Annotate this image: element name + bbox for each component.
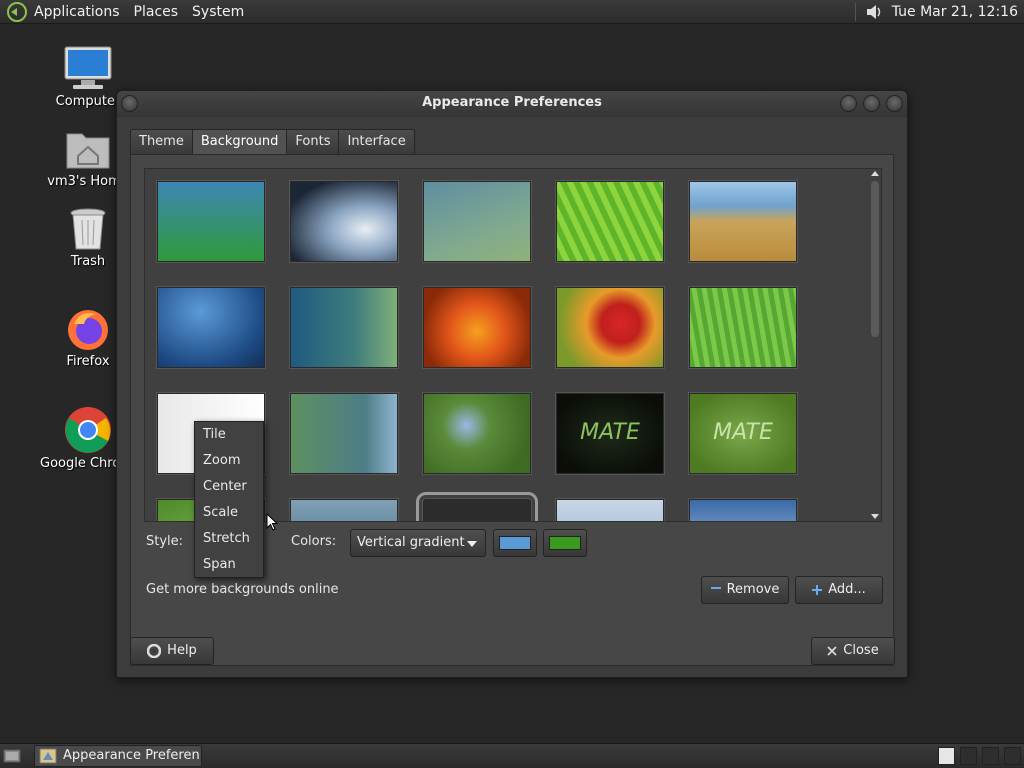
window-titlebar[interactable]: Appearance Preferences (117, 91, 907, 117)
tab-fonts[interactable]: Fonts (286, 129, 339, 155)
tab-theme[interactable]: Theme (130, 129, 192, 155)
appearance-preferences-window: Appearance Preferences Theme Background … (116, 90, 908, 678)
colors-label: Colors: (291, 534, 337, 549)
remove-button[interactable]: Remove (701, 576, 789, 604)
style-option-zoom[interactable]: Zoom (195, 448, 263, 474)
wallpaper-thumbnail[interactable] (689, 287, 797, 368)
preferences-tabs: Theme Background Fonts Interface (130, 129, 415, 155)
plus-icon (812, 584, 823, 595)
wallpaper-thumbnail[interactable] (423, 393, 531, 474)
wallpaper-thumbnail[interactable] (290, 181, 398, 262)
wallpaper-thumbnail[interactable] (556, 499, 664, 521)
chrome-icon (65, 407, 111, 453)
help-button[interactable]: Help (130, 637, 214, 665)
wallpaper-thumbnail[interactable] (423, 181, 531, 262)
workspace-4[interactable] (1004, 747, 1021, 765)
secondary-color-button[interactable] (543, 529, 587, 557)
scroll-down-arrow-icon[interactable] (871, 514, 879, 519)
wallpaper-thumbnail[interactable]: MATE (556, 393, 664, 474)
secondary-color-swatch (549, 536, 581, 550)
volume-icon[interactable] (864, 2, 884, 22)
home-folder-icon (66, 133, 110, 169)
scroll-up-arrow-icon[interactable] (871, 171, 879, 176)
desktop-icon-label: Computer (55, 94, 121, 109)
desktop-icon-label: Firefox (66, 354, 110, 369)
window-title: Appearance Preferences (422, 95, 602, 110)
scrollbar-thumb[interactable] (871, 181, 879, 337)
trash-icon (70, 208, 106, 250)
chevron-down-icon (467, 541, 477, 547)
desktop-icon-label: Trash (70, 254, 106, 269)
wallpaper-thumbnail[interactable] (290, 499, 398, 521)
system-menu[interactable]: System (192, 4, 244, 20)
help-lifebuoy-icon (147, 643, 162, 658)
style-option-tile[interactable]: Tile (195, 422, 263, 448)
wallpaper-thumbnail-selected[interactable] (416, 492, 538, 521)
panel-clock[interactable]: Tue Mar 21, 12:16 (892, 4, 1018, 20)
add-button[interactable]: Add... (795, 576, 883, 604)
taskbar-item-appearance[interactable]: Appearance Preferen... (34, 745, 202, 767)
mouse-cursor-icon (266, 513, 278, 531)
appearance-app-icon (39, 748, 57, 764)
panel-separator (854, 3, 856, 21)
wallpaper-thumbnail[interactable] (290, 287, 398, 368)
wallpaper-thumbnail[interactable] (157, 181, 265, 262)
bottom-panel: Appearance Preferen... (0, 743, 1024, 768)
primary-color-swatch (499, 536, 531, 550)
mate-brand-text: MATE (580, 420, 640, 445)
wallpaper-thumbnail[interactable] (689, 181, 797, 262)
style-option-scale[interactable]: Scale (195, 500, 263, 526)
close-button[interactable]: Close (811, 637, 895, 665)
workspace-2[interactable] (960, 747, 977, 765)
wallpaper-thumbnail[interactable] (290, 393, 398, 474)
workspace-3[interactable] (982, 747, 999, 765)
mate-logo-icon[interactable] (6, 1, 28, 23)
style-option-stretch[interactable]: Stretch (195, 526, 263, 552)
background-tab-panel: MATE MATE Style: Colors: Vertical gradie… (130, 154, 894, 666)
wallpaper-thumbnail[interactable] (423, 287, 531, 368)
style-option-span[interactable]: Span (195, 552, 263, 578)
close-window-button[interactable] (886, 95, 903, 112)
primary-color-button[interactable] (493, 529, 537, 557)
close-icon (827, 645, 837, 656)
wallpaper-thumbnail[interactable] (157, 287, 265, 368)
wallpaper-thumbnail[interactable] (556, 287, 664, 368)
firefox-icon (68, 310, 108, 350)
maximize-button[interactable] (863, 95, 880, 112)
tab-interface[interactable]: Interface (338, 129, 415, 155)
minus-icon (710, 587, 721, 589)
get-more-backgrounds-link[interactable]: Get more backgrounds online (146, 582, 339, 597)
places-menu[interactable]: Places (134, 4, 179, 20)
mate-brand-text: MATE (713, 420, 773, 445)
computer-icon (64, 46, 112, 89)
wallpaper-thumbnail[interactable]: MATE (689, 393, 797, 474)
color-mode-combo[interactable]: Vertical gradient (350, 529, 486, 557)
show-desktop-icon[interactable] (3, 748, 21, 764)
style-dropdown-menu: Tile Zoom Center Scale Stretch Span (194, 421, 264, 578)
applications-menu[interactable]: Applications (34, 4, 120, 20)
minimize-button[interactable] (840, 95, 857, 112)
top-panel: Applications Places System Tue Mar 21, 1… (0, 0, 1024, 24)
tab-background[interactable]: Background (191, 129, 287, 155)
workspace-1[interactable] (938, 747, 955, 765)
window-menu-button[interactable] (121, 95, 138, 112)
wallpaper-thumbnail[interactable] (556, 181, 664, 262)
style-label: Style: (146, 534, 184, 549)
style-option-center[interactable]: Center (195, 474, 263, 500)
wallpaper-thumbnail[interactable] (689, 499, 797, 521)
color-mode-value: Vertical gradient (357, 535, 465, 550)
wallpaper-scrollbar[interactable] (869, 171, 881, 519)
